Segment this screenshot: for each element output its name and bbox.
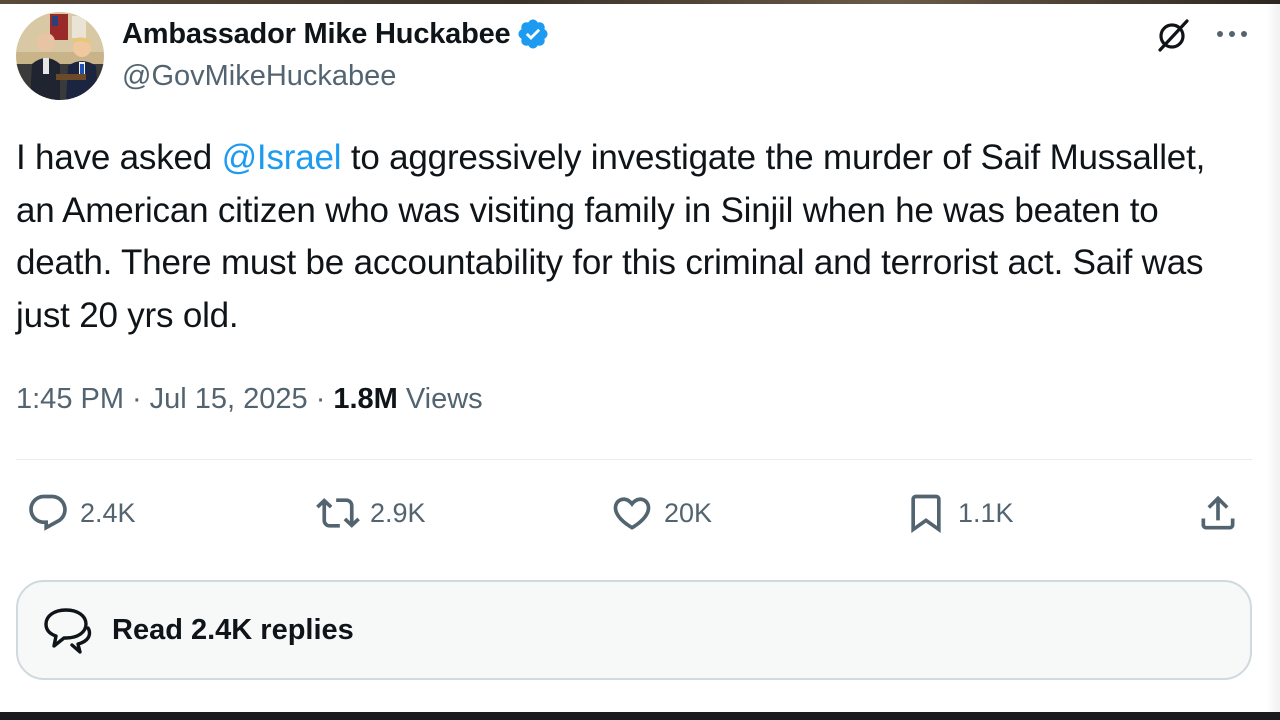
separator-dot: · [132,382,142,415]
tweet-date[interactable]: Jul 15, 2025 [150,383,308,416]
views-count: 1.8M [333,382,398,415]
tweet-meta: 1:45 PM · Jul 15, 2025 · 1.8M Views [16,378,483,420]
like-button[interactable]: 20K [610,490,712,536]
bookmark-button[interactable]: 1.1K [904,490,1014,536]
bottom-frame-strip [0,712,1280,720]
top-frame-strip [0,0,1280,4]
share-icon [1201,495,1235,530]
reply-icon [29,494,67,531]
views-label: Views [405,382,483,415]
repost-button[interactable]: 2.9K [316,490,426,536]
like-count: 20K [664,497,713,528]
right-frame-edge [1266,4,1280,712]
display-name[interactable]: Ambassador Mike Huckabee [122,18,511,51]
tweet-text: I have asked @Israel to aggressively inv… [16,132,1246,342]
avatar[interactable] [16,12,104,100]
more-icon[interactable] [1212,22,1252,46]
verified-badge-icon [518,19,549,49]
chat-bubbles-icon [44,608,92,654]
bookmark-count: 1.1K [958,497,1014,528]
read-replies-button[interactable]: Read 2.4K replies [16,580,1252,680]
avatar-photo [16,12,104,100]
repost-count: 2.9K [370,497,426,528]
tweet-text-part: I have asked [16,138,222,177]
divider [16,459,1252,460]
tweet-time[interactable]: 1:45 PM [16,383,124,416]
retweet-icon [316,498,360,528]
mention-link[interactable]: @Israel [222,138,342,177]
heart-icon [613,497,651,530]
separator-dot: · [315,382,326,415]
author-handle[interactable]: @GovMikeHuckabee [122,60,396,93]
display-name-row[interactable]: Ambassador Mike Huckabee [122,16,550,52]
read-replies-label: Read 2.4K replies [112,613,354,646]
share-button[interactable] [1196,490,1240,536]
reply-count: 2.4K [80,497,136,528]
grok-icon[interactable] [1154,16,1192,54]
reply-button[interactable]: 2.4K [26,490,136,536]
bookmark-icon [911,494,941,534]
